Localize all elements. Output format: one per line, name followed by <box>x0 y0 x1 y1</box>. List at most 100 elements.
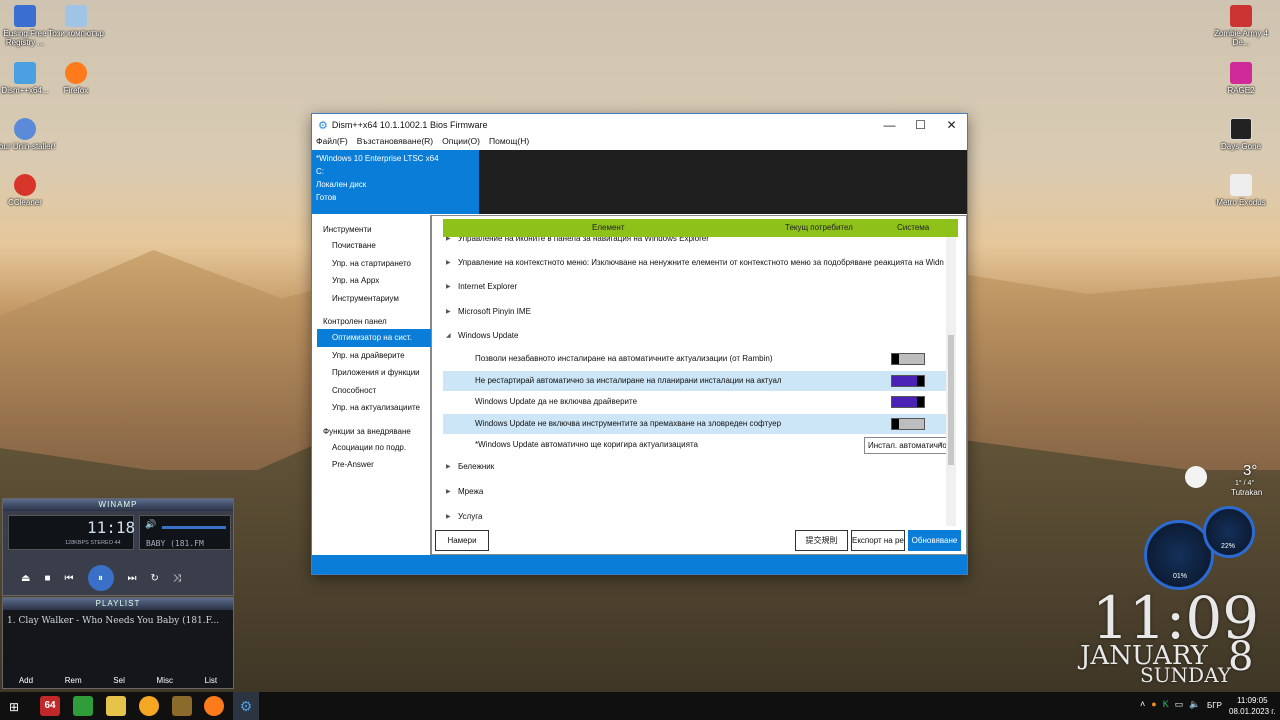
collapsed-arrow-icon[interactable]: ▶ <box>446 457 451 477</box>
refresh-button[interactable]: Обновяване <box>908 530 961 551</box>
chevron-up-icon[interactable]: ˄ <box>1140 699 1145 710</box>
menu-options[interactable]: Опции(O) <box>442 136 480 150</box>
collapsed-arrow-icon[interactable]: ▶ <box>446 482 451 502</box>
ccleaner-icon[interactable]: CCleaner <box>0 174 56 207</box>
volume-slider[interactable] <box>162 526 226 529</box>
scroll-thumb[interactable] <box>948 335 954 465</box>
tree-group-row[interactable]: ▶ Управление на контекстното меню: Изключ… <box>443 253 946 273</box>
sidebar-item[interactable]: Упр. на Appx <box>313 272 430 290</box>
setting-row[interactable]: Windows Update да не включва драйверите <box>443 392 946 412</box>
start-button[interactable]: ⊞ <box>9 700 19 714</box>
this-pc-icon[interactable]: Този компютър <box>45 5 107 38</box>
utorrent-icon[interactable] <box>73 696 93 716</box>
toggle-switch[interactable] <box>891 418 925 430</box>
eject-icon[interactable]: ⏏ <box>21 573 30 584</box>
sidebar-item[interactable]: Способност <box>313 382 430 400</box>
setting-label: Позволи незабавното инсталиране на автом… <box>475 354 773 363</box>
submit-rules-button[interactable]: 提交規則 <box>795 530 848 551</box>
gear-icon: ⚙ <box>318 119 328 132</box>
stop-icon[interactable]: ■ <box>44 573 50 584</box>
find-button[interactable]: Намери <box>435 530 489 551</box>
aida64-icon[interactable]: 64 <box>40 696 60 716</box>
sidebar-item[interactable]: Упр. на актуализациите <box>313 399 430 417</box>
close-button[interactable]: ✕ <box>936 114 967 136</box>
tray-kaspersky-icon[interactable]: K <box>1163 699 1169 710</box>
setting-row[interactable]: Не рестартирай автоматично за инсталиран… <box>443 371 946 391</box>
toggle-switch[interactable] <box>891 396 925 408</box>
table-header: Елемент Текущ потребител Система <box>443 219 958 237</box>
uninstaller-icon[interactable]: Your Unin-staller! <box>0 118 56 151</box>
setting-row[interactable]: Позволи незабавното инсталиране на автом… <box>443 349 946 369</box>
sidebar-group-label: Контролен панел <box>323 317 387 326</box>
tree-group-row[interactable]: ◢ Windows Update <box>443 326 946 346</box>
sidebar: Инструменти Почистване Упр. на стартиранет… <box>313 215 431 555</box>
menu-recovery[interactable]: Възстановяване(R) <box>357 136 433 150</box>
sidebar-item[interactable]: Pre-Answer <box>313 456 430 474</box>
tree-group-row[interactable]: ▶ Мрежа <box>443 482 946 502</box>
tree-group-row[interactable]: ▶ Бележник <box>443 457 946 477</box>
dropdown-value: Инстал. автоматично <box>868 441 946 450</box>
cpu-gauge-value: 01% <box>1173 573 1188 580</box>
playlist-rem-button[interactable]: Rem <box>65 676 82 685</box>
dism-taskbar-icon[interactable]: ⚙ <box>233 692 259 720</box>
shuffle-icon[interactable]: ⤨ <box>173 573 181 584</box>
menu-help[interactable]: Помощ(H) <box>489 136 529 150</box>
sidebar-item[interactable]: Упр. на драйверите <box>313 347 430 365</box>
repeat-icon[interactable]: ↻ <box>151 573 159 584</box>
toggle-switch[interactable] <box>891 353 925 365</box>
collapsed-arrow-icon[interactable]: ▶ <box>446 507 451 526</box>
next-icon[interactable]: ⏭ <box>128 573 137 584</box>
language-indicator[interactable]: БГР <box>1207 701 1222 710</box>
sidebar-item[interactable]: Приложения и функции <box>313 364 430 382</box>
notes-icon[interactable] <box>106 696 126 716</box>
collapsed-arrow-icon[interactable]: ▶ <box>446 302 451 322</box>
tree-group-row[interactable]: ▶ Microsoft Pinyin IME <box>443 302 946 322</box>
collapsed-arrow-icon[interactable]: ▶ <box>446 277 451 297</box>
zombie-army-icon[interactable]: Zombie Army 4 De... <box>1210 5 1272 47</box>
playlist-misc-button[interactable]: Misc <box>157 676 173 685</box>
toggle-knob <box>917 397 924 407</box>
browser-icon[interactable] <box>139 696 159 716</box>
sidebar-item[interactable]: Оптимизатор на сист. <box>317 329 431 347</box>
menu-file[interactable]: Файл(F) <box>316 136 348 150</box>
export-reg-button[interactable]: Експорт на рег. ключ <box>851 530 905 551</box>
tree-group-row[interactable]: ▶ Управление на иконите в панела за навиг… <box>443 237 946 249</box>
days-gone-icon[interactable]: Days Gone <box>1210 118 1272 151</box>
firefox-icon[interactable]: Firefox <box>45 62 107 95</box>
playlist-add-button[interactable]: Add <box>19 676 33 685</box>
tree-group-row[interactable]: ▶ Internet Explorer <box>443 277 946 297</box>
collapsed-arrow-icon[interactable]: ▶ <box>446 237 451 249</box>
winamp-playlist: PLAYLIST 1. Clay Walker - Who Needs You … <box>2 597 234 689</box>
tray-app-icon[interactable]: ● <box>1151 699 1156 710</box>
playlist-list-button[interactable]: List <box>205 676 217 685</box>
sidebar-item[interactable]: Почистване <box>313 237 430 255</box>
setting-row[interactable]: Windows Update не включва инструментите … <box>443 414 946 434</box>
previous-icon[interactable]: ⏮ <box>65 573 74 584</box>
winamp-taskbar-icon[interactable] <box>172 696 192 716</box>
minimize-button[interactable]: — <box>874 114 905 136</box>
rage2-icon[interactable]: RAGE2 <box>1210 62 1272 95</box>
toggle-switch[interactable] <box>891 375 925 387</box>
setting-row[interactable]: *Windows Update автоматично ще коригира … <box>443 435 946 455</box>
os-image-selector[interactable]: *Windows 10 Enterprise LTSC x64 C: Локал… <box>312 150 479 214</box>
vertical-scrollbar[interactable] <box>946 237 956 526</box>
metro-exodus-icon[interactable]: Metro Exodus <box>1210 174 1272 207</box>
maximize-button[interactable]: ☐ <box>905 114 936 136</box>
sidebar-item[interactable]: Упр. на стартирането <box>313 255 430 273</box>
network-icon[interactable]: ▭ <box>1175 699 1184 710</box>
playlist-sel-button[interactable]: Sel <box>113 676 125 685</box>
update-mode-dropdown[interactable]: Инстал. автоматично ▼ <box>864 437 946 454</box>
tree-group-row[interactable]: ▶ Услуга <box>443 507 946 526</box>
expanded-arrow-icon[interactable]: ◢ <box>446 326 451 346</box>
sidebar-item[interactable]: Асоциации по подр. <box>313 439 430 457</box>
tray-time[interactable]: 11:09:05 <box>1237 696 1268 705</box>
tray-date[interactable]: 08.01.2023 г. <box>1229 707 1275 716</box>
firefox-taskbar-icon[interactable] <box>204 696 224 716</box>
collapsed-arrow-icon[interactable]: ▶ <box>446 253 451 273</box>
sidebar-group-label: Функции за внедряване <box>323 426 411 436</box>
playlist-item[interactable]: 1. Clay Walker - Who Needs You Baby (181… <box>3 610 233 632</box>
volume-tray-icon[interactable]: 🔈 <box>1189 699 1200 710</box>
pause-icon[interactable]: ⏸ <box>87 565 114 591</box>
sidebar-item[interactable]: Инструментариум <box>313 290 430 308</box>
ram-gauge-value: 22% <box>1221 543 1236 550</box>
